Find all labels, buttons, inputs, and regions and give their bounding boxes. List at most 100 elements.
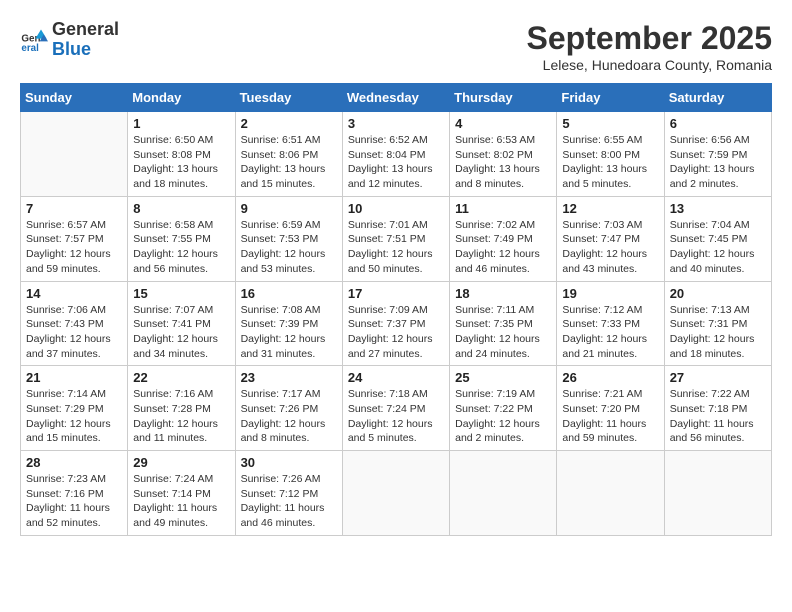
day-info: Sunrise: 7:26 AM Sunset: 7:12 PM Dayligh… [241,472,337,531]
day-number: 30 [241,455,337,470]
header-sunday: Sunday [21,84,128,112]
day-cell: 1Sunrise: 6:50 AM Sunset: 8:08 PM Daylig… [128,112,235,197]
day-info: Sunrise: 7:17 AM Sunset: 7:26 PM Dayligh… [241,387,337,446]
day-number: 4 [455,116,551,131]
day-cell: 25Sunrise: 7:19 AM Sunset: 7:22 PM Dayli… [450,366,557,451]
day-cell: 24 Sunrise: 7:18 AM Sunset: 7:24 PM Dayli… [342,366,449,451]
day-number: 22 [133,370,229,385]
day-cell: 7 Sunrise: 6:57 AM Sunset: 7:57 PM Daylig… [21,196,128,281]
header-friday: Friday [557,84,664,112]
header-saturday: Saturday [664,84,771,112]
week-row-4: 21 Sunrise: 7:14 AM Sunset: 7:29 PM Dayli… [21,366,772,451]
day-number: 17 [348,286,444,301]
day-info: Sunrise: 7:24 AM Sunset: 7:14 PM Dayligh… [133,472,229,531]
day-number: 15 [133,286,229,301]
day-info: Sunrise: 7:03 AM Sunset: 7:47 PM Dayligh… [562,218,658,277]
day-info: Sunrise: 7:13 AM Sunset: 7:31 PM Dayligh… [670,303,766,362]
header-wednesday: Wednesday [342,84,449,112]
day-number: 29 [133,455,229,470]
day-info: Sunrise: 6:59 AM Sunset: 7:53 PM Dayligh… [241,218,337,277]
day-cell: 6 Sunrise: 6:56 AM Sunset: 7:59 PM Daylig… [664,112,771,197]
week-row-3: 14 Sunrise: 7:06 AM Sunset: 7:43 PM Dayli… [21,281,772,366]
day-info: Sunrise: 6:57 AM Sunset: 7:57 PM Dayligh… [26,218,122,277]
day-number: 20 [670,286,766,301]
day-number: 10 [348,201,444,216]
day-info: Sunrise: 6:56 AM Sunset: 7:59 PM Dayligh… [670,133,766,192]
logo-general: General [52,20,119,40]
day-number: 14 [26,286,122,301]
day-info: Sunrise: 6:58 AM Sunset: 7:55 PM Dayligh… [133,218,229,277]
day-cell: 15 Sunrise: 7:07 AM Sunset: 7:41 PM Dayli… [128,281,235,366]
header-thursday: Thursday [450,84,557,112]
day-number: 1 [133,116,229,131]
day-info: Sunrise: 7:23 AM Sunset: 7:16 PM Dayligh… [26,472,122,531]
header-tuesday: Tuesday [235,84,342,112]
day-cell: 10 Sunrise: 7:01 AM Sunset: 7:51 PM Dayli… [342,196,449,281]
day-info: Sunrise: 7:07 AM Sunset: 7:41 PM Dayligh… [133,303,229,362]
day-number: 21 [26,370,122,385]
logo-text: General Blue [52,20,119,60]
day-info: Sunrise: 6:53 AM Sunset: 8:02 PM Dayligh… [455,133,551,192]
day-cell: 13 Sunrise: 7:04 AM Sunset: 7:45 PM Dayli… [664,196,771,281]
day-info: Sunrise: 7:01 AM Sunset: 7:51 PM Dayligh… [348,218,444,277]
day-info: Sunrise: 7:14 AM Sunset: 7:29 PM Dayligh… [26,387,122,446]
calendar-header-row: SundayMondayTuesdayWednesdayThursdayFrid… [21,84,772,112]
day-cell: 26 Sunrise: 7:21 AM Sunset: 7:20 PM Dayli… [557,366,664,451]
day-info: Sunrise: 6:51 AM Sunset: 8:06 PM Dayligh… [241,133,337,192]
day-info: Sunrise: 7:21 AM Sunset: 7:20 PM Dayligh… [562,387,658,446]
day-number: 11 [455,201,551,216]
day-cell: 18Sunrise: 7:11 AM Sunset: 7:35 PM Dayli… [450,281,557,366]
day-cell: 17 Sunrise: 7:09 AM Sunset: 7:37 PM Dayli… [342,281,449,366]
day-number: 6 [670,116,766,131]
day-info: Sunrise: 7:02 AM Sunset: 7:49 PM Dayligh… [455,218,551,277]
day-number: 7 [26,201,122,216]
day-cell [450,451,557,536]
day-cell: 11 Sunrise: 7:02 AM Sunset: 7:49 PM Dayli… [450,196,557,281]
day-info: Sunrise: 7:06 AM Sunset: 7:43 PM Dayligh… [26,303,122,362]
day-number: 13 [670,201,766,216]
day-number: 26 [562,370,658,385]
day-cell [21,112,128,197]
day-number: 19 [562,286,658,301]
day-cell: 20 Sunrise: 7:13 AM Sunset: 7:31 PM Dayli… [664,281,771,366]
day-cell: 14 Sunrise: 7:06 AM Sunset: 7:43 PM Dayli… [21,281,128,366]
svg-text:eral: eral [21,43,39,54]
location-subtitle: Lelese, Hunedoara County, Romania [527,57,772,73]
header-monday: Monday [128,84,235,112]
logo-icon: Gen eral [20,26,48,54]
day-cell: 19Sunrise: 7:12 AM Sunset: 7:33 PM Dayli… [557,281,664,366]
day-number: 16 [241,286,337,301]
day-info: Sunrise: 7:09 AM Sunset: 7:37 PM Dayligh… [348,303,444,362]
day-info: Sunrise: 7:19 AM Sunset: 7:22 PM Dayligh… [455,387,551,446]
day-cell: 29 Sunrise: 7:24 AM Sunset: 7:14 PM Dayli… [128,451,235,536]
month-title: September 2025 [527,20,772,57]
day-cell [342,451,449,536]
day-cell: 28Sunrise: 7:23 AM Sunset: 7:16 PM Dayli… [21,451,128,536]
day-cell: 23Sunrise: 7:17 AM Sunset: 7:26 PM Dayli… [235,366,342,451]
logo: Gen eral General Blue [20,20,119,60]
day-info: Sunrise: 7:04 AM Sunset: 7:45 PM Dayligh… [670,218,766,277]
day-info: Sunrise: 7:18 AM Sunset: 7:24 PM Dayligh… [348,387,444,446]
day-number: 18 [455,286,551,301]
day-number: 3 [348,116,444,131]
day-cell: 27 Sunrise: 7:22 AM Sunset: 7:18 PM Dayli… [664,366,771,451]
page-header: Gen eral General Blue September 2025 Lel… [20,20,772,73]
day-cell: 8Sunrise: 6:58 AM Sunset: 7:55 PM Daylig… [128,196,235,281]
day-cell: 16Sunrise: 7:08 AM Sunset: 7:39 PM Dayli… [235,281,342,366]
day-number: 5 [562,116,658,131]
day-number: 24 [348,370,444,385]
title-block: September 2025 Lelese, Hunedoara County,… [527,20,772,73]
day-cell: 4 Sunrise: 6:53 AM Sunset: 8:02 PM Daylig… [450,112,557,197]
day-info: Sunrise: 7:22 AM Sunset: 7:18 PM Dayligh… [670,387,766,446]
day-number: 27 [670,370,766,385]
day-cell: 5 Sunrise: 6:55 AM Sunset: 8:00 PM Daylig… [557,112,664,197]
day-number: 2 [241,116,337,131]
day-cell [557,451,664,536]
day-cell: 30 Sunrise: 7:26 AM Sunset: 7:12 PM Dayli… [235,451,342,536]
day-cell: 3Sunrise: 6:52 AM Sunset: 8:04 PM Daylig… [342,112,449,197]
day-cell: 2 Sunrise: 6:51 AM Sunset: 8:06 PM Daylig… [235,112,342,197]
week-row-2: 7 Sunrise: 6:57 AM Sunset: 7:57 PM Daylig… [21,196,772,281]
day-cell [664,451,771,536]
day-info: Sunrise: 6:55 AM Sunset: 8:00 PM Dayligh… [562,133,658,192]
day-cell: 12Sunrise: 7:03 AM Sunset: 7:47 PM Dayli… [557,196,664,281]
